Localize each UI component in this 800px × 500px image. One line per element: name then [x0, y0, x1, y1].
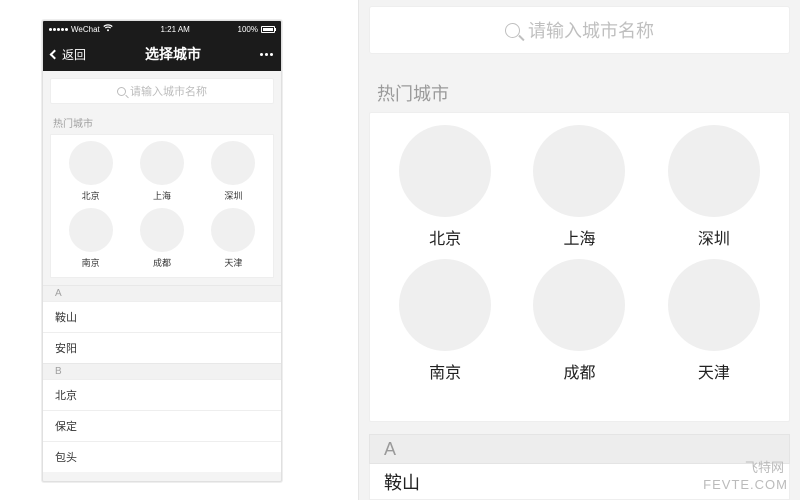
city-avatar	[211, 208, 255, 252]
city-avatar	[533, 259, 625, 351]
city-label: 北京	[429, 225, 461, 249]
status-bar: WeChat 1:21 AM 100%	[43, 21, 281, 37]
page-title: 选择城市	[145, 44, 201, 64]
city-label: 上海	[563, 225, 595, 249]
back-label: 返回	[62, 46, 86, 63]
city-item[interactable]: 北京	[55, 141, 126, 202]
city-label: 深圳	[224, 189, 242, 202]
city-item[interactable]: 天津	[198, 208, 269, 269]
city-avatar	[140, 141, 184, 185]
city-item[interactable]: 天津	[647, 259, 781, 383]
index-header: A	[43, 285, 281, 301]
city-label: 天津	[698, 359, 730, 383]
list-item[interactable]: 北京	[43, 379, 281, 410]
battery-label: 100%	[238, 25, 258, 34]
phone-mock: WeChat 1:21 AM 100% 返回 选择城市 请输入城市名称 热门城市…	[42, 20, 282, 482]
city-avatar	[69, 141, 113, 185]
city-avatar	[533, 125, 625, 217]
search-icon	[505, 23, 520, 38]
hot-cities-card: 北京 上海 深圳 南京 成都 天津	[50, 134, 274, 278]
city-item[interactable]: 成都	[512, 259, 646, 383]
search-placeholder: 请输入城市名称	[528, 17, 654, 43]
watermark-line2: FEVTE.COM	[703, 477, 788, 492]
zoom-panel: 请输入城市名称 热门城市 北京 上海 深圳 南京 成都 天津 A 鞍山	[358, 0, 800, 500]
signal-icon	[49, 28, 68, 31]
city-label: 成都	[153, 256, 171, 269]
city-item[interactable]: 北京	[378, 125, 512, 249]
search-input[interactable]: 请输入城市名称	[50, 78, 274, 104]
list-item[interactable]: 保定	[43, 410, 281, 441]
city-avatar	[668, 259, 760, 351]
index-header: A	[369, 434, 790, 464]
city-avatar	[399, 259, 491, 351]
city-label: 南京	[82, 256, 100, 269]
city-label: 成都	[563, 359, 595, 383]
city-label: 南京	[429, 359, 461, 383]
nav-bar: 返回 选择城市	[43, 37, 281, 71]
city-item[interactable]: 南京	[55, 208, 126, 269]
hot-cities-card: 北京 上海 深圳 南京 成都 天津	[369, 112, 790, 422]
list-item[interactable]: 包头	[43, 441, 281, 472]
carrier-label: WeChat	[71, 25, 100, 34]
city-item[interactable]: 上海	[512, 125, 646, 249]
city-item[interactable]: 深圳	[198, 141, 269, 202]
city-item[interactable]: 深圳	[647, 125, 781, 249]
wifi-icon	[103, 24, 113, 34]
city-label: 深圳	[698, 225, 730, 249]
battery-icon	[261, 26, 275, 33]
city-label: 上海	[153, 189, 171, 202]
city-item[interactable]: 成都	[126, 208, 197, 269]
chevron-left-icon	[50, 49, 60, 59]
clock-label: 1:21 AM	[160, 25, 189, 34]
city-item[interactable]: 南京	[378, 259, 512, 383]
search-icon	[117, 87, 126, 96]
hot-section-title: 热门城市	[43, 111, 281, 134]
city-avatar	[140, 208, 184, 252]
search-input[interactable]: 请输入城市名称	[369, 6, 790, 54]
city-avatar	[211, 141, 255, 185]
city-avatar	[399, 125, 491, 217]
index-header: B	[43, 363, 281, 379]
back-button[interactable]: 返回	[51, 46, 86, 63]
city-label: 北京	[82, 189, 100, 202]
list-item[interactable]: 安阳	[43, 332, 281, 363]
city-avatar	[668, 125, 760, 217]
hot-section-title: 热门城市	[377, 80, 449, 106]
city-item[interactable]: 上海	[126, 141, 197, 202]
city-label: 天津	[224, 256, 242, 269]
list-item[interactable]: 鞍山	[43, 301, 281, 332]
search-placeholder: 请输入城市名称	[130, 83, 207, 99]
city-avatar	[69, 208, 113, 252]
watermark-line1: 飞特网	[745, 457, 784, 476]
more-button[interactable]	[260, 53, 273, 56]
